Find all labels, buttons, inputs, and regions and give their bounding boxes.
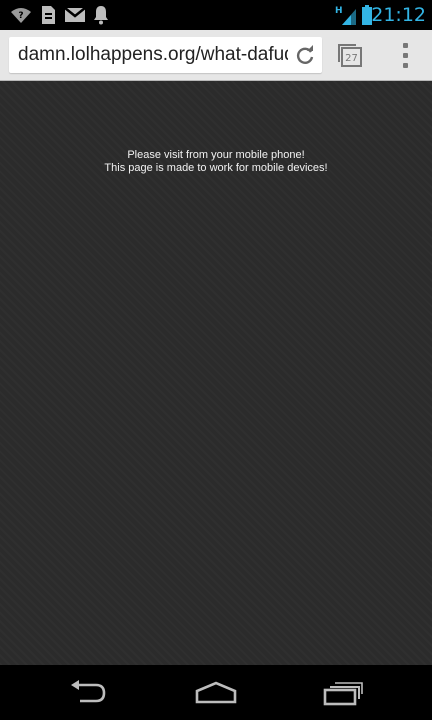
recent-apps-icon xyxy=(323,682,363,706)
wifi-question-icon: ? xyxy=(8,4,34,26)
phone-screen: ? H 21:12 damn.lolhappens.org/what-dafuq… xyxy=(0,0,432,720)
tabs-button[interactable]: 27 xyxy=(332,38,368,72)
overflow-menu-button[interactable] xyxy=(391,38,419,72)
home-button[interactable] xyxy=(186,675,246,711)
signal-icon: H xyxy=(334,4,358,26)
message-line-1: Please visit from your mobile phone! xyxy=(127,149,305,161)
recent-apps-button[interactable] xyxy=(313,675,373,711)
address-bar[interactable]: damn.lolhappens.org/what-dafuq- xyxy=(9,37,322,73)
home-icon xyxy=(195,681,237,704)
browser-toolbar: damn.lolhappens.org/what-dafuq- 27 xyxy=(0,30,432,81)
status-bar: ? H 21:12 xyxy=(0,0,432,30)
tab-count: 27 xyxy=(345,53,358,64)
message-line-2: This page is made to work for mobile dev… xyxy=(104,162,328,174)
gmail-icon xyxy=(63,4,87,26)
menu-dot-icon xyxy=(402,62,408,68)
svg-text:?: ? xyxy=(18,11,23,21)
sd-card-icon xyxy=(38,4,58,26)
web-page-content: Please visit from your mobile phone! Thi… xyxy=(0,81,432,665)
back-icon xyxy=(71,680,106,703)
svg-text:H: H xyxy=(335,6,343,16)
back-button[interactable] xyxy=(58,675,118,711)
menu-dot-icon xyxy=(402,52,408,58)
reload-button[interactable] xyxy=(290,40,320,70)
notification-bell-icon xyxy=(91,4,111,26)
reload-icon xyxy=(296,45,314,64)
menu-dot-icon xyxy=(402,42,408,48)
system-nav-bar xyxy=(0,665,432,720)
tabs-icon: 27 xyxy=(338,44,362,67)
status-clock: 21:12 xyxy=(371,4,426,26)
url-text[interactable]: damn.lolhappens.org/what-dafuq- xyxy=(18,43,288,67)
mobile-only-message: Please visit from your mobile phone! Thi… xyxy=(0,149,432,175)
